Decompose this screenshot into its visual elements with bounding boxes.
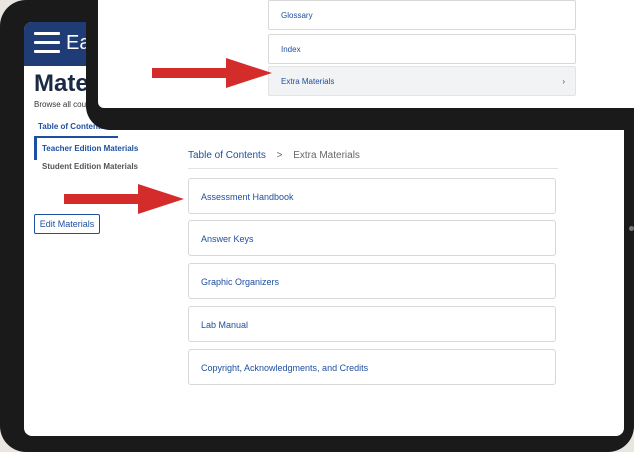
overlay-item-extra-materials[interactable]: Extra Materials › bbox=[268, 66, 576, 96]
edit-materials-button[interactable]: Edit Materials bbox=[34, 214, 100, 234]
breadcrumb-separator: > bbox=[276, 150, 283, 161]
material-card-graphic-organizers[interactable]: Graphic Organizers bbox=[188, 263, 556, 299]
sidebar-item-student-edition[interactable]: Student Edition Materials bbox=[34, 162, 138, 171]
red-arrow-icon bbox=[152, 58, 272, 88]
overlay-item-glossary[interactable]: Glossary bbox=[268, 0, 576, 30]
camera-dot bbox=[629, 226, 634, 231]
page-subtitle: Browse all cours bbox=[34, 100, 93, 109]
breadcrumb: Table of Contents > Extra Materials bbox=[188, 150, 360, 161]
chevron-right-icon: › bbox=[562, 77, 565, 86]
breadcrumb-current: Extra Materials bbox=[293, 150, 360, 161]
material-card-assessment-handbook[interactable]: Assessment Handbook bbox=[188, 178, 556, 214]
material-card-answer-keys[interactable]: Answer Keys bbox=[188, 220, 556, 256]
red-arrow-icon bbox=[64, 184, 184, 214]
sidebar-item-teacher-edition[interactable]: Teacher Edition Materials bbox=[34, 138, 152, 160]
hamburger-icon[interactable] bbox=[34, 32, 60, 54]
breadcrumb-divider bbox=[188, 168, 558, 169]
breadcrumb-root[interactable]: Table of Contents bbox=[188, 150, 266, 161]
overlay-item-index[interactable]: Index bbox=[268, 34, 576, 64]
tablet-front-screen: Glossary Index Extra Materials › bbox=[98, 0, 634, 108]
material-card-copyright[interactable]: Copyright, Acknowledgments, and Credits bbox=[188, 349, 556, 385]
overlay-item-extra-materials-label: Extra Materials bbox=[281, 77, 335, 86]
material-card-lab-manual[interactable]: Lab Manual bbox=[188, 306, 556, 342]
